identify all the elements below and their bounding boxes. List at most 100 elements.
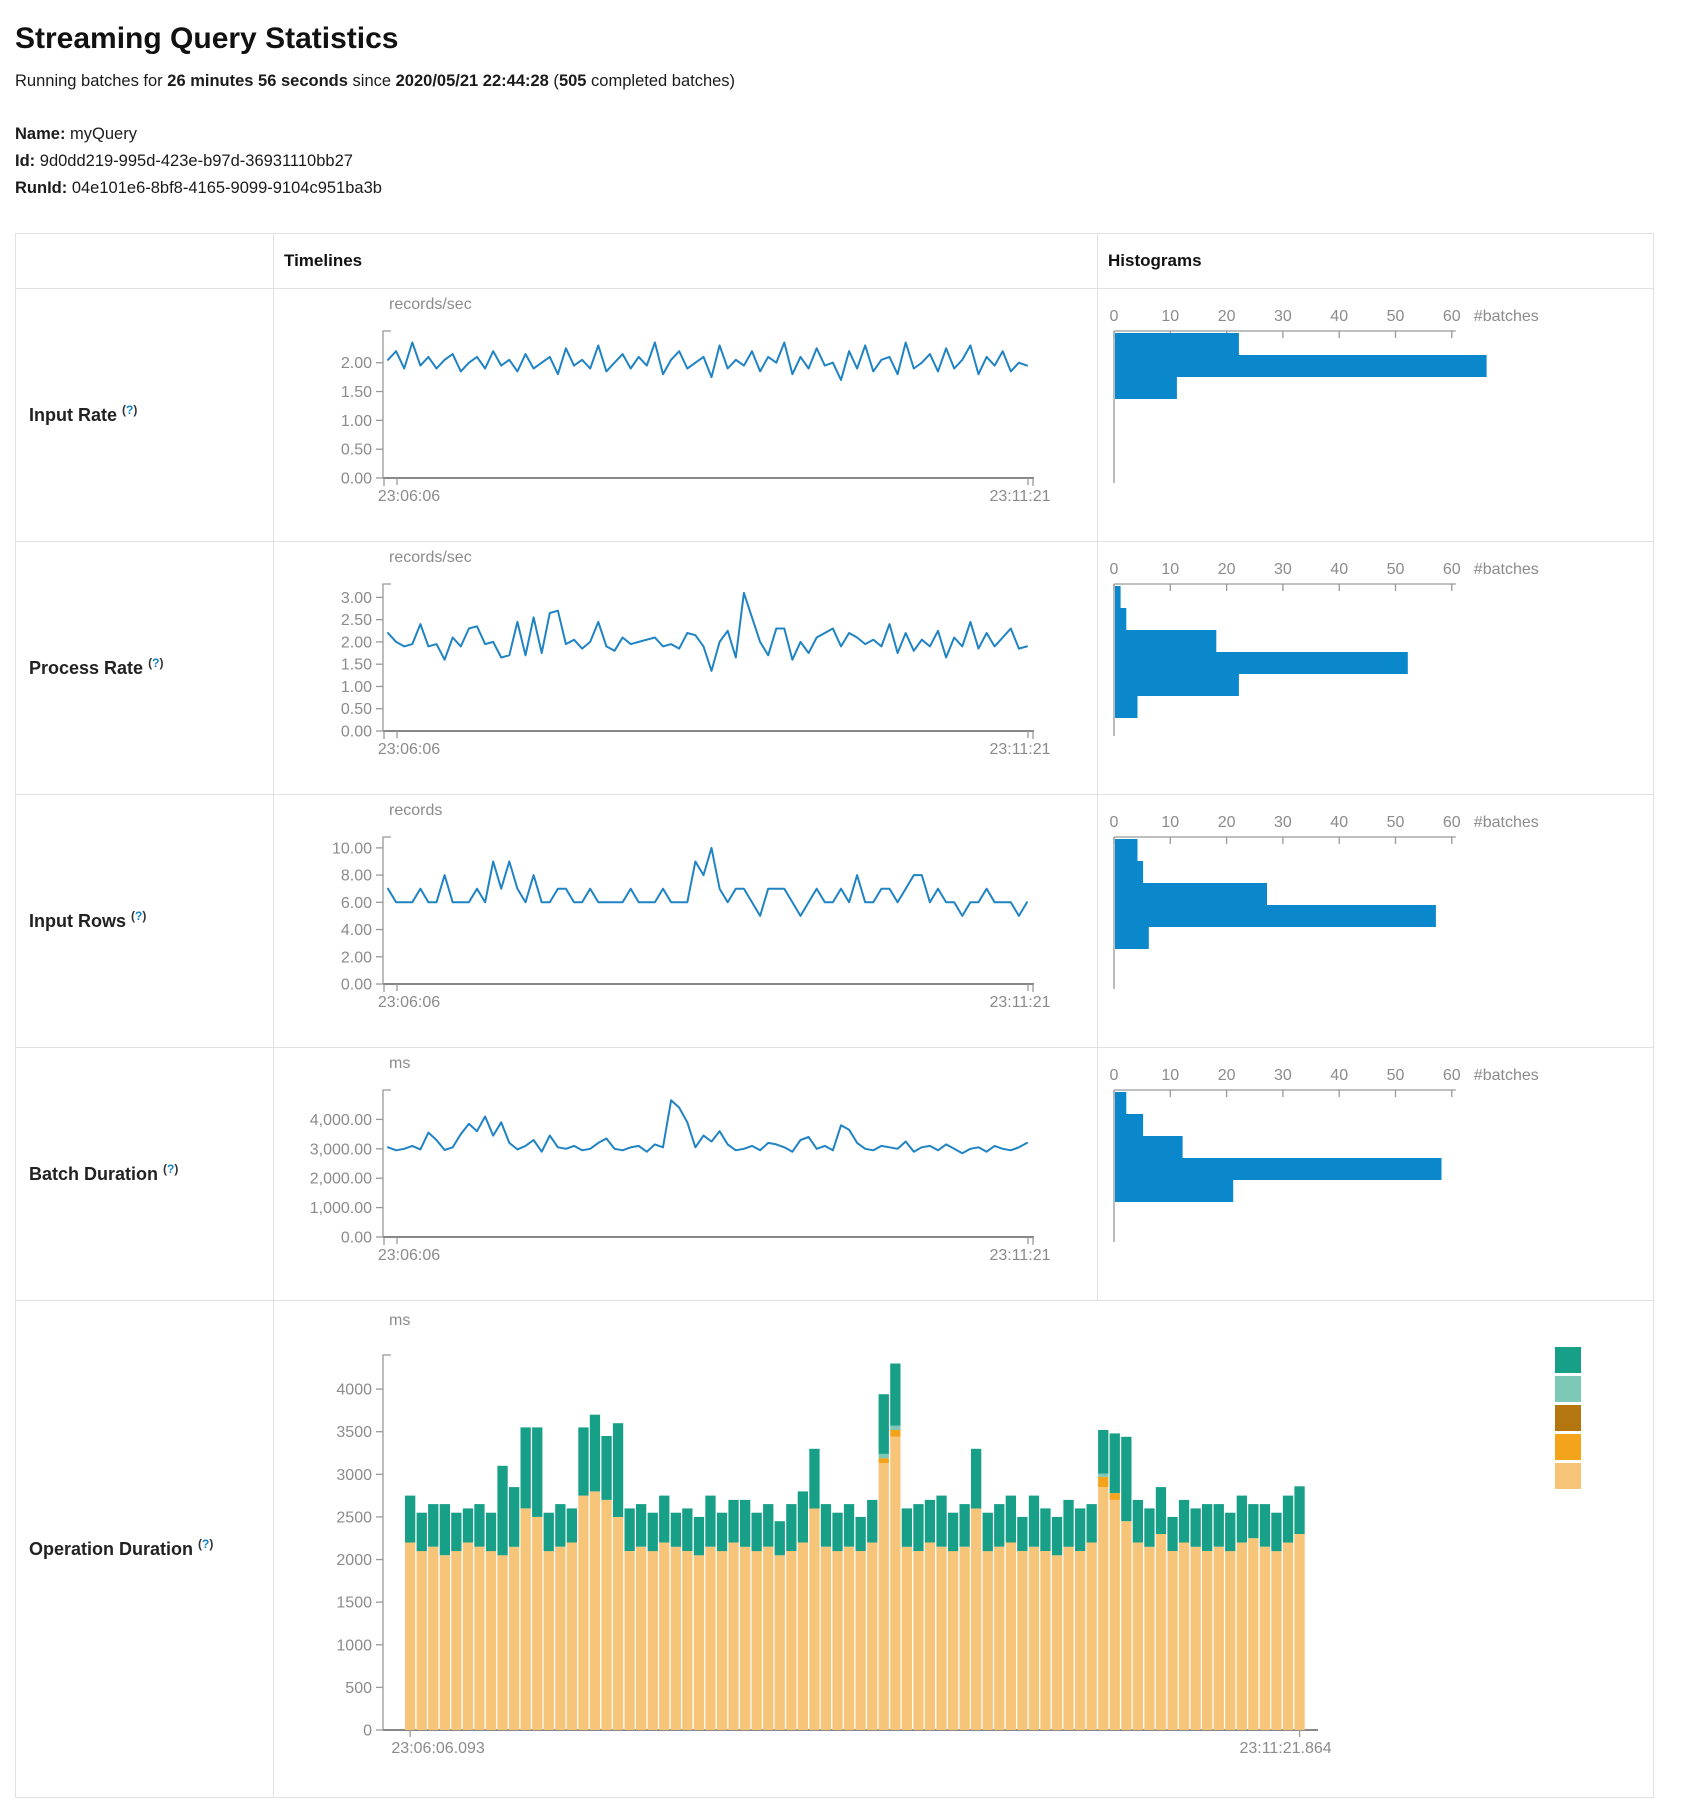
- svg-text:10: 10: [1161, 1067, 1179, 1084]
- metric-label-input-rows: Input Rows: [29, 911, 126, 931]
- svg-text:0: 0: [1110, 814, 1119, 831]
- query-info: Name: myQuery Id: 9d0dd219-995d-423e-b97…: [15, 121, 1693, 203]
- svg-text:40: 40: [1330, 561, 1348, 578]
- row-operation-duration: Operation Duration (?) ms400035003000250…: [16, 1300, 1654, 1797]
- svg-text:2500: 2500: [336, 1509, 372, 1526]
- help-icon[interactable]: (?): [148, 656, 163, 670]
- svg-text:3,000.00: 3,000.00: [310, 1141, 372, 1158]
- svg-text:23:11:21: 23:11:21: [989, 741, 1050, 758]
- operation-duration-stacked-chart: ms4000350030002500200015001000500023:06:…: [276, 1305, 1608, 1775]
- svg-text:2000: 2000: [336, 1552, 372, 1569]
- input-rate-histogram-chart: 0102030405060#batches: [1100, 293, 1628, 518]
- row-process-rate: Process Rate (?) records/sec 3.00 2.50 2.00…: [16, 541, 1654, 794]
- svg-text:0: 0: [1110, 308, 1119, 325]
- input-rows-timeline-chart: records 10.00 8.00 6.00 4.00 2.00 0.00 23:06:06…: [276, 799, 1066, 1024]
- running-batches-summary: Running batches for 26 minutes 56 second…: [15, 72, 1693, 91]
- svg-text:30: 30: [1274, 814, 1292, 831]
- svg-text:4,000.00: 4,000.00: [310, 1112, 372, 1129]
- svg-text:1.50: 1.50: [341, 384, 372, 401]
- svg-text:50: 50: [1387, 1067, 1405, 1084]
- metric-label-input-rate: Input Rate: [29, 405, 117, 425]
- svg-text:records/sec: records/sec: [389, 549, 472, 566]
- completed-batches-count: 505: [559, 72, 587, 90]
- metric-label-batch-duration: Batch Duration: [29, 1164, 158, 1184]
- input-rate-timeline-chart: records/sec2.001.501.000.500.0023:06:062…: [276, 293, 1066, 518]
- process-rate-histogram-chart: 0102030405060#batches: [1100, 546, 1628, 771]
- svg-text:2.50: 2.50: [341, 612, 372, 629]
- svg-text:40: 40: [1330, 308, 1348, 325]
- svg-text:20: 20: [1218, 561, 1236, 578]
- svg-text:2.00: 2.00: [341, 355, 372, 372]
- svg-text:10: 10: [1161, 814, 1179, 831]
- svg-text:#batches: #batches: [1474, 308, 1539, 325]
- query-id: 9d0dd219-995d-423e-b97d-36931110bb27: [40, 152, 353, 170]
- row-input-rows: Input Rows (?) records 10.00 8.00 6.00 4.00 2…: [16, 794, 1654, 1047]
- svg-text:40: 40: [1330, 814, 1348, 831]
- svg-text:23:11:21.864: 23:11:21.864: [1239, 1740, 1331, 1757]
- svg-text:1.00: 1.00: [341, 679, 372, 696]
- svg-text:30: 30: [1274, 561, 1292, 578]
- svg-text:2.00: 2.00: [341, 634, 372, 651]
- svg-text:0.50: 0.50: [341, 701, 372, 718]
- svg-text:records/sec: records/sec: [389, 296, 472, 313]
- query-runid: 04e101e6-8bf8-4165-9099-9104c951ba3b: [72, 179, 382, 197]
- svg-text:60: 60: [1443, 308, 1461, 325]
- svg-text:23:06:06: 23:06:06: [378, 994, 440, 1011]
- metric-label-operation-duration: Operation Duration: [29, 1539, 193, 1559]
- svg-text:50: 50: [1387, 814, 1405, 831]
- svg-text:1500: 1500: [336, 1594, 372, 1611]
- svg-text:8.00: 8.00: [341, 867, 372, 884]
- svg-text:40: 40: [1330, 1067, 1348, 1084]
- svg-text:0.00: 0.00: [341, 470, 372, 487]
- svg-text:30: 30: [1274, 1067, 1292, 1084]
- svg-text:23:06:06.093: 23:06:06.093: [391, 1740, 485, 1757]
- svg-text:records: records: [389, 802, 442, 819]
- query-runid-row: RunId: 04e101e6-8bf8-4165-9099-9104c951b…: [15, 175, 1693, 202]
- svg-text:0.00: 0.00: [341, 976, 372, 993]
- start-timestamp: 2020/05/21 22:44:28: [396, 72, 549, 90]
- svg-text:30: 30: [1274, 308, 1292, 325]
- svg-text:23:06:06: 23:06:06: [378, 741, 440, 758]
- svg-text:#batches: #batches: [1474, 1067, 1539, 1084]
- svg-text:0: 0: [1110, 561, 1119, 578]
- row-batch-duration: Batch Duration (?) ms4,000.003,000.002,0…: [16, 1047, 1654, 1300]
- help-icon[interactable]: (?): [131, 909, 146, 923]
- svg-text:10.00: 10.00: [332, 840, 372, 857]
- summary-text: Running batches for: [15, 72, 167, 90]
- svg-text:6.00: 6.00: [341, 894, 372, 911]
- svg-text:1.00: 1.00: [341, 413, 372, 430]
- svg-text:3500: 3500: [336, 1424, 372, 1441]
- page-title: Streaming Query Statistics: [15, 22, 1693, 56]
- svg-text:ms: ms: [389, 1055, 410, 1072]
- query-name: myQuery: [70, 125, 137, 143]
- help-icon[interactable]: (?): [163, 1162, 178, 1176]
- svg-text:1000: 1000: [336, 1637, 372, 1654]
- svg-text:1,000.00: 1,000.00: [310, 1200, 372, 1217]
- svg-text:0: 0: [1110, 1067, 1119, 1084]
- batch-duration-timeline-chart: ms4,000.003,000.002,000.001,000.000.0023…: [276, 1052, 1066, 1277]
- svg-text:3000: 3000: [336, 1466, 372, 1483]
- svg-text:0.00: 0.00: [341, 723, 372, 740]
- svg-text:23:06:06: 23:06:06: [378, 1247, 440, 1264]
- svg-text:23:11:21: 23:11:21: [989, 1247, 1050, 1264]
- svg-text:4000: 4000: [336, 1381, 372, 1398]
- svg-text:4.00: 4.00: [341, 922, 372, 939]
- batch-duration-histogram-chart: 0102030405060#batches: [1100, 1052, 1628, 1277]
- svg-text:10: 10: [1161, 308, 1179, 325]
- svg-text:0.00: 0.00: [341, 1229, 372, 1246]
- svg-text:50: 50: [1387, 561, 1405, 578]
- svg-text:60: 60: [1443, 1067, 1461, 1084]
- svg-text:60: 60: [1443, 561, 1461, 578]
- svg-text:0.50: 0.50: [341, 441, 372, 458]
- stats-table: Timelines Histograms Input Rate (?) reco…: [15, 233, 1654, 1798]
- help-icon[interactable]: (?): [122, 403, 137, 417]
- help-icon[interactable]: (?): [198, 1537, 213, 1551]
- svg-text:3.00: 3.00: [341, 590, 372, 607]
- svg-text:23:11:21: 23:11:21: [989, 488, 1050, 505]
- timelines-header: Timelines: [274, 233, 1098, 288]
- metric-label-process-rate: Process Rate: [29, 658, 143, 678]
- svg-text:20: 20: [1218, 814, 1236, 831]
- svg-text:#batches: #batches: [1474, 814, 1539, 831]
- svg-text:0: 0: [363, 1722, 372, 1739]
- svg-text:2.00: 2.00: [341, 949, 372, 966]
